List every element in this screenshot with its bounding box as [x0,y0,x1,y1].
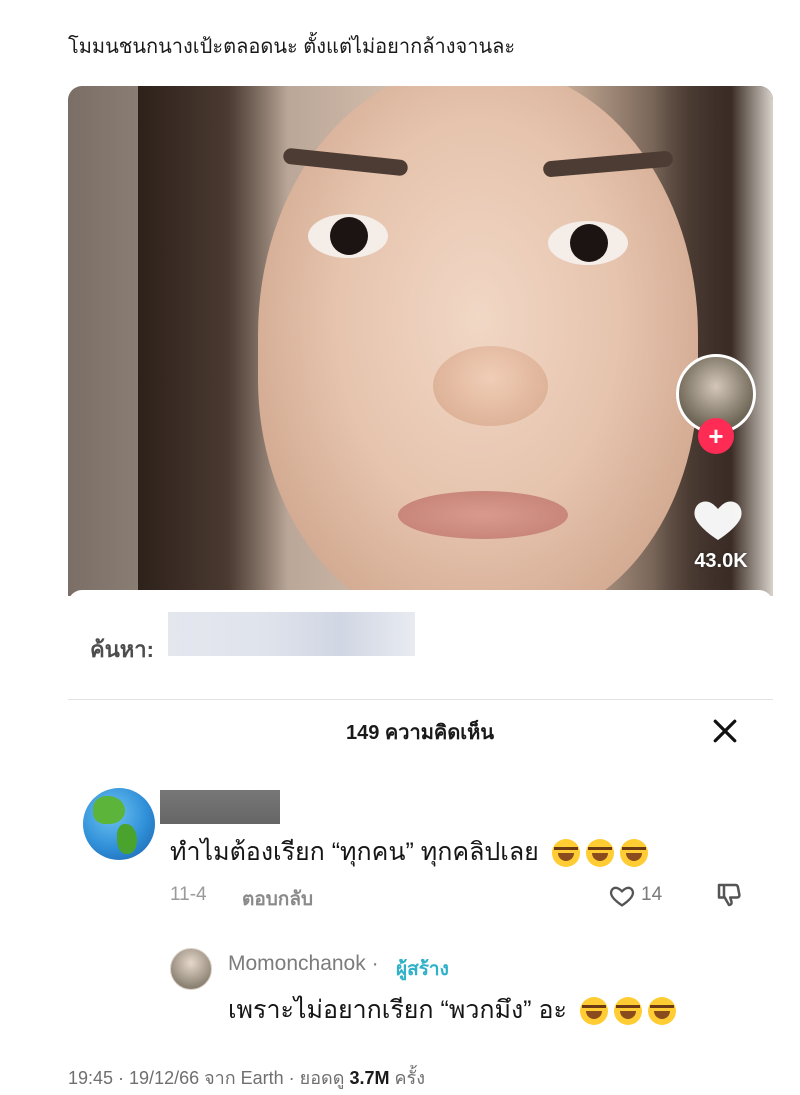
creator-badge: ผู้สร้าง [396,959,449,980]
dislike-icon[interactable] [714,880,744,910]
heart-outline-icon[interactable] [607,882,637,910]
laughing-emoji-icon [619,839,648,868]
laughing-emoji-icon [579,997,608,1026]
post-meta-prefix: 19:45 · 19/12/66 จาก Earth · ยอดดู [68,1068,345,1088]
follow-button[interactable]: + [698,418,734,454]
comment-like-count: 14 [641,884,663,905]
video-lips [398,491,568,539]
search-label: ค้นหา: [90,637,154,662]
reply-avatar[interactable] [170,948,212,990]
laughing-emoji-icon [551,839,580,868]
video-eye-left [308,214,388,258]
comment-date: 11-4 [170,884,207,905]
video-eye-right [548,221,628,265]
comment-body: ทำไมต้องเรียก “ทุกคน” ทุกคลิปเลย [170,832,648,872]
video-nose [433,346,548,426]
search-panel: ค้นหา: [68,590,773,700]
view-count: 3.7M [349,1068,390,1088]
reply-button[interactable]: ตอบกลับ [242,884,313,914]
comment-text: ทำไมต้องเรียก “ทุกคน” ทุกคลิปเลย [170,838,539,866]
post-meta: 19:45 · 19/12/66 จาก Earth · ยอดดู 3.7M … [68,1063,425,1092]
reply-username-text: Momonchanok [228,952,366,975]
laughing-emoji-icon [647,997,676,1026]
commenter-username-redacted [160,790,280,824]
laughing-emoji-icon [613,997,642,1026]
post-caption: โมมนชนกนางเป้ะตลอดนะ ตั้งแต่ไม่อยากล้างจ… [68,36,516,58]
heart-icon[interactable] [690,491,746,547]
video-player[interactable]: + 43.0K [68,86,773,596]
close-icon[interactable] [712,718,738,744]
separator-dot: · [371,952,379,975]
reply-body: เพราะไม่อยากเรียก “พวกมึง” อะ [228,990,676,1030]
search-redacted-text [168,612,415,656]
reply-username[interactable]: Momonchanok · [228,952,379,976]
reply-text: เพราะไม่อยากเรียก “พวกมึง” อะ [228,996,567,1024]
like-count: 43.0K [694,550,748,572]
commenter-avatar[interactable] [83,788,155,860]
comments-count-header: 149 ความคิดเห็น [345,722,494,744]
laughing-emoji-icon [585,839,614,868]
post-meta-suffix: ครั้ง [394,1068,425,1088]
